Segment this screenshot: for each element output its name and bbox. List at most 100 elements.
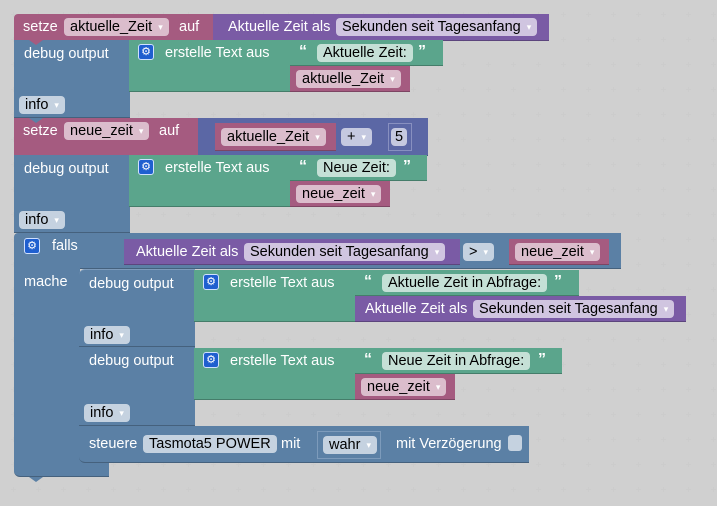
grid-dot (561, 87, 566, 92)
variable-dropdown[interactable]: aktuelle_Zeit ▾ (64, 18, 169, 36)
grid-dot (686, 337, 691, 342)
gear-icon[interactable]: ⚙ (24, 238, 40, 254)
number-value[interactable]: 5 (391, 128, 408, 146)
grid-dot (686, 62, 691, 67)
grid-dot (486, 487, 491, 492)
grid-dot (336, 337, 341, 342)
variable-dropdown[interactable]: neue_zeit ▾ (515, 243, 601, 261)
variable-dropdown[interactable]: neue_zeit ▾ (361, 378, 447, 396)
device-field[interactable]: Tasmota5 POWER (143, 435, 277, 453)
grid-dot (636, 212, 641, 217)
gear-icon[interactable]: ⚙ (138, 44, 154, 60)
grid-dot (711, 112, 716, 117)
gear-icon[interactable]: ⚙ (203, 274, 219, 290)
grid-dot (261, 112, 266, 117)
control-device-block[interactable]: steuere Tasmota5 POWER mit wahr ▾ mit Ver… (79, 426, 529, 463)
grid-dot (611, 362, 616, 367)
text-value[interactable]: Aktuelle Zeit: (317, 44, 413, 62)
variable-dropdown[interactable]: aktuelle_Zeit ▾ (221, 128, 326, 146)
text-literal-block[interactable]: “ Aktuelle Zeit: ” (290, 40, 443, 66)
grid-dot (661, 187, 666, 192)
control-label: steuere (89, 436, 138, 452)
grid-dot (461, 112, 466, 117)
text-literal-block[interactable]: “ Neue Zeit in Abfrage: ” (355, 348, 562, 374)
grid-dot (111, 487, 116, 492)
grid-dot (136, 212, 141, 217)
operator-dropdown[interactable]: + ▾ (341, 128, 372, 146)
create-text-block-2[interactable]: ⚙ erstelle Text aus (129, 155, 291, 207)
gear-icon[interactable]: ⚙ (203, 352, 219, 368)
time-format-dropdown[interactable]: Sekunden seit Tagesanfang ▾ (336, 18, 538, 36)
chevron-down-icon: ▾ (366, 440, 371, 450)
compare-operator-dropdown[interactable]: > ▾ (463, 243, 494, 261)
variable-name: neue_zeit (367, 379, 430, 395)
create-text-block-1[interactable]: ⚙ erstelle Text aus (129, 40, 291, 92)
grid-dot (411, 412, 416, 417)
text-value[interactable]: Neue Zeit: (317, 159, 396, 177)
text-value[interactable]: Aktuelle Zeit in Abfrage: (382, 274, 548, 292)
grid-dot (561, 187, 566, 192)
delay-checkbox[interactable] (508, 435, 522, 451)
grid-dot (286, 337, 291, 342)
gear-icon[interactable]: ⚙ (138, 159, 154, 175)
time-format-dropdown[interactable]: Sekunden seit Tagesanfang ▾ (244, 243, 446, 261)
debug-output-block-4[interactable]: debug output info ▾ (79, 347, 195, 426)
current-time-block[interactable]: Aktuelle Zeit als Sekunden seit Tagesanf… (355, 296, 686, 322)
chevron-down-icon: ▾ (589, 247, 595, 257)
grid-dot (711, 262, 716, 267)
number-block[interactable]: 5 (388, 123, 412, 151)
grid-dot (586, 187, 591, 192)
grid-dot (661, 37, 666, 42)
grid-dot (411, 87, 416, 92)
variable-get-block[interactable]: neue_zeit ▾ (509, 239, 609, 265)
grid-dot (561, 412, 566, 417)
set-aktuelle-zeit-block[interactable]: setze aktuelle_Zeit ▾ auf (14, 14, 214, 41)
grid-dot (211, 487, 216, 492)
variable-dropdown[interactable]: neue_zeit ▾ (64, 122, 150, 140)
grid-dot (611, 412, 616, 417)
log-level-dropdown[interactable]: info ▾ (19, 96, 65, 114)
time-format-value: Sekunden seit Tagesanfang (342, 19, 521, 35)
text-literal-block[interactable]: “ Aktuelle Zeit in Abfrage: ” (355, 270, 579, 296)
block-notch (29, 233, 43, 238)
chevron-down-icon: ▾ (361, 132, 366, 142)
text-literal-block[interactable]: “ Neue Zeit: ” (290, 155, 427, 181)
grid-dot (386, 337, 391, 342)
boolean-block[interactable]: wahr ▾ (317, 431, 381, 459)
time-format-dropdown[interactable]: Sekunden seit Tagesanfang ▾ (473, 300, 675, 318)
current-time-block[interactable]: Aktuelle Zeit als Sekunden seit Tagesanf… (124, 239, 460, 265)
grid-dot (711, 137, 716, 142)
debug-output-block-1[interactable]: debug output info ▾ (14, 40, 130, 118)
grid-dot (461, 162, 466, 167)
log-level-dropdown[interactable]: info ▾ (19, 211, 65, 229)
grid-dot (486, 212, 491, 217)
debug-output-block-3[interactable]: debug output info ▾ (79, 269, 195, 347)
current-time-block[interactable]: Aktuelle Zeit als Sekunden seit Tagesanf… (213, 14, 549, 41)
set-neue-zeit-block[interactable]: setze neue_zeit ▾ auf (14, 118, 200, 156)
variable-dropdown[interactable]: neue_zeit ▾ (296, 185, 382, 203)
grid-dot (711, 362, 716, 367)
grid-dot (511, 212, 516, 217)
debug-output-block-2[interactable]: debug output info ▾ (14, 155, 130, 233)
current-time-label: Aktuelle Zeit als (136, 244, 239, 260)
quote-close-icon: ” (418, 43, 426, 60)
create-text-block-3[interactable]: ⚙ erstelle Text aus (194, 270, 356, 322)
variable-get-block[interactable]: aktuelle_Zeit ▾ (215, 123, 336, 151)
grid-dot (286, 412, 291, 417)
grid-dot (661, 462, 666, 467)
variable-get-block[interactable]: neue_zeit ▾ (290, 181, 390, 207)
text-value[interactable]: Neue Zeit in Abfrage: (382, 352, 531, 370)
create-text-block-4[interactable]: ⚙ erstelle Text aus (194, 348, 356, 400)
variable-get-block[interactable]: neue_zeit ▾ (355, 374, 455, 400)
grid-dot (636, 112, 641, 117)
log-level-dropdown[interactable]: info ▾ (84, 404, 130, 422)
log-level-dropdown[interactable]: info ▾ (84, 326, 130, 344)
to-label: auf (159, 123, 180, 139)
variable-get-block[interactable]: aktuelle_Zeit ▾ (290, 66, 410, 92)
grid-dot (261, 412, 266, 417)
boolean-dropdown[interactable]: wahr ▾ (323, 436, 377, 454)
debug-label: debug output (24, 46, 109, 62)
math-arithmetic-block[interactable]: aktuelle_Zeit ▾ + ▾ 5 (198, 118, 428, 156)
variable-dropdown[interactable]: aktuelle_Zeit ▾ (296, 70, 401, 88)
grid-dot (711, 187, 716, 192)
